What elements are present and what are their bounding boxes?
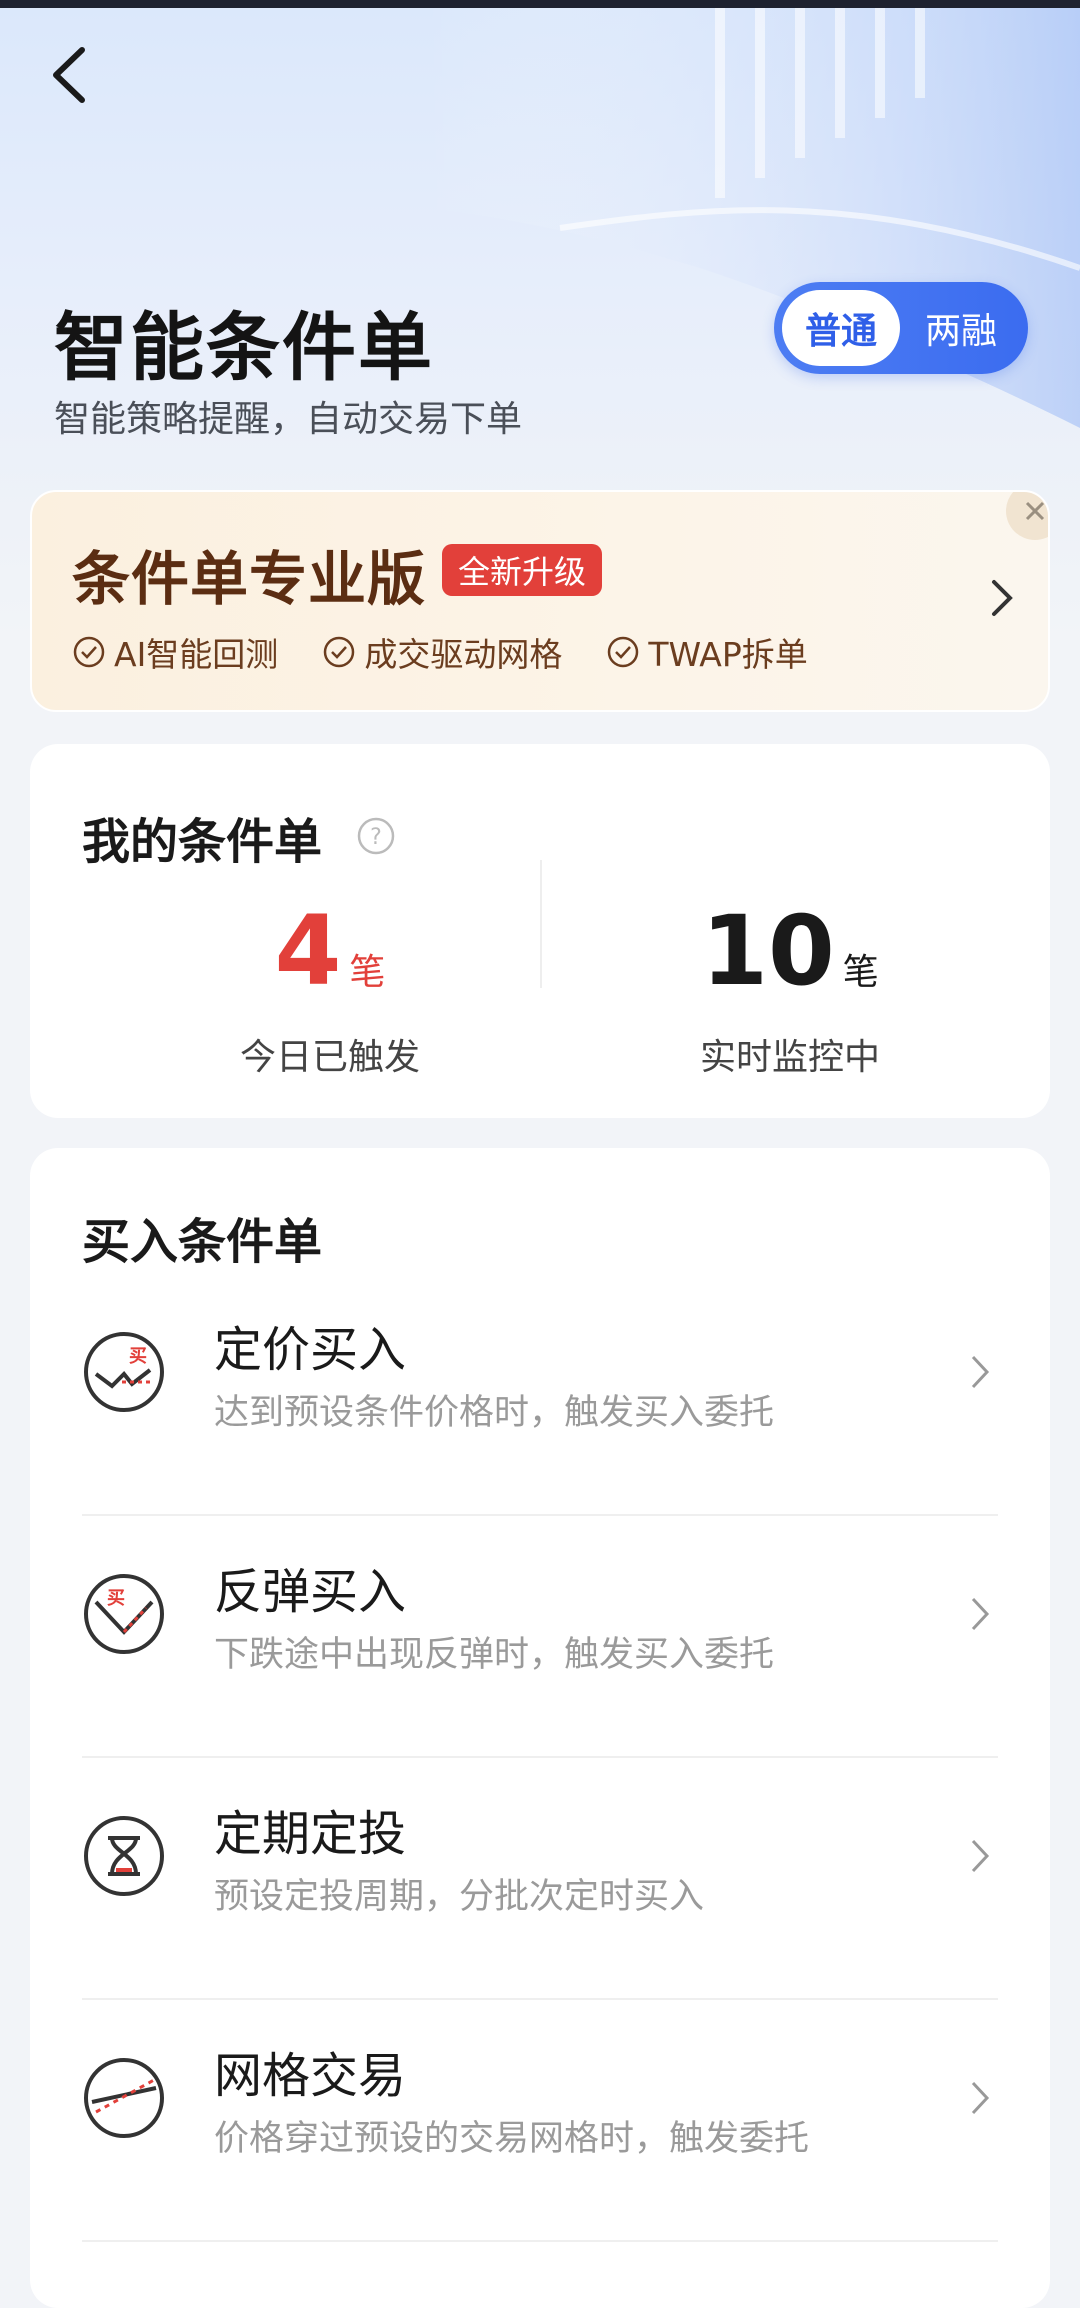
- page-subtitle: 智能策略提醒，自动交易下单: [54, 399, 523, 440]
- buy-orders-card: 买入条件单 买 定价买入 达到预设条件价格时，触发买入委托 买 反弹买入 下跌途…: [30, 1148, 1050, 2308]
- back-arrow-icon[interactable]: [44, 42, 94, 108]
- stat-unit: 笔: [349, 952, 386, 993]
- rebound-buy-icon: 买: [84, 1574, 164, 1654]
- promo-features: AI智能回测 成交驱动网格 TWAP拆单: [72, 628, 808, 676]
- svg-text:?: ?: [370, 825, 382, 850]
- chevron-right-icon: [971, 2081, 990, 2115]
- item-title: 反弹买入: [214, 1564, 407, 1620]
- item-desc: 预设定投周期，分批次定时买入: [214, 1877, 705, 1917]
- stat-label: 实时监控中: [699, 1037, 880, 1078]
- my-orders-card: 我的条件单 ? 4笔 今日已触发 10 笔 实时监控中: [30, 744, 1050, 1118]
- item-separator: [82, 2240, 998, 2242]
- chevron-right-icon: [971, 1597, 990, 1631]
- hourglass-icon: [84, 1816, 164, 1896]
- pro-version-banner[interactable]: 条件单专业版 全新升级 AI智能回测 成交驱动网格 TWAP拆单: [30, 490, 1050, 712]
- promo-feature: 成交驱动网格: [322, 628, 562, 676]
- check-circle-icon: [324, 636, 355, 668]
- promo-feature-label: AI智能回测: [114, 635, 279, 674]
- item-title: 网格交易: [214, 2048, 407, 2104]
- close-icon: [1025, 501, 1045, 521]
- item-title: 定价买入: [214, 1322, 407, 1378]
- chevron-right-icon: [992, 580, 1013, 616]
- promo-feature-label: TWAP拆单: [648, 635, 808, 674]
- item-title: 定期定投: [214, 1806, 407, 1862]
- account-type-toggle[interactable]: 普通 两融: [774, 282, 1028, 374]
- buy-badge-label: 买: [129, 1346, 147, 1367]
- chevron-right-icon: [971, 1839, 990, 1873]
- my-orders-title: 我的条件单: [82, 814, 323, 870]
- stat-value: 10: [701, 895, 835, 1007]
- segment-margin[interactable]: 两融: [902, 290, 1020, 366]
- list-item-rebound-buy[interactable]: 买 反弹买入 下跌途中出现反弹时，触发买入委托: [82, 1516, 998, 1758]
- promo-feature-label: 成交驱动网格: [364, 635, 563, 674]
- stat-monitoring[interactable]: 10 笔 实时监控中: [580, 896, 1000, 1080]
- check-circle-icon: [73, 636, 105, 668]
- promo-feature: TWAP拆单: [606, 628, 808, 676]
- status-bar: [0, 0, 1080, 8]
- stat-label: 今日已触发: [239, 1037, 420, 1078]
- list-item-price-buy[interactable]: 买 定价买入 达到预设条件价格时，触发买入委托: [82, 1274, 998, 1516]
- segment-normal[interactable]: 普通: [782, 290, 900, 366]
- page-title: 智能条件单: [54, 305, 434, 391]
- list-item-grid-trade[interactable]: 网格交易 价格穿过预设的交易网格时，触发委托: [82, 2000, 998, 2242]
- stats-divider: [540, 860, 542, 988]
- list-item-periodic-invest[interactable]: 定期定投 预设定投周期，分批次定时买入: [82, 1758, 998, 2000]
- item-desc: 下跌途中出现反弹时，触发买入委托: [214, 1635, 775, 1675]
- stat-unit: 笔: [842, 952, 879, 993]
- close-banner-button[interactable]: [1006, 492, 1048, 540]
- buy-badge-label: 买: [107, 1588, 125, 1609]
- promo-title: 条件单专业版: [72, 545, 427, 613]
- chevron-right-icon: [971, 1355, 990, 1389]
- help-icon[interactable]: ?: [356, 816, 396, 856]
- item-desc: 价格穿过预设的交易网格时，触发委托: [214, 2119, 810, 2159]
- buy-section-title: 买入条件单: [82, 1214, 323, 1270]
- item-desc: 达到预设条件价格时，触发买入委托: [214, 1393, 775, 1433]
- promo-feature: AI智能回测: [72, 628, 278, 676]
- check-circle-icon: [608, 636, 639, 668]
- price-buy-icon: 买: [84, 1332, 164, 1412]
- promo-badge: 全新升级: [442, 544, 603, 596]
- stat-value: 4: [274, 895, 342, 1007]
- stat-triggered-today[interactable]: 4笔 今日已触发: [120, 896, 540, 1080]
- grid-trade-icon: [84, 2058, 164, 2138]
